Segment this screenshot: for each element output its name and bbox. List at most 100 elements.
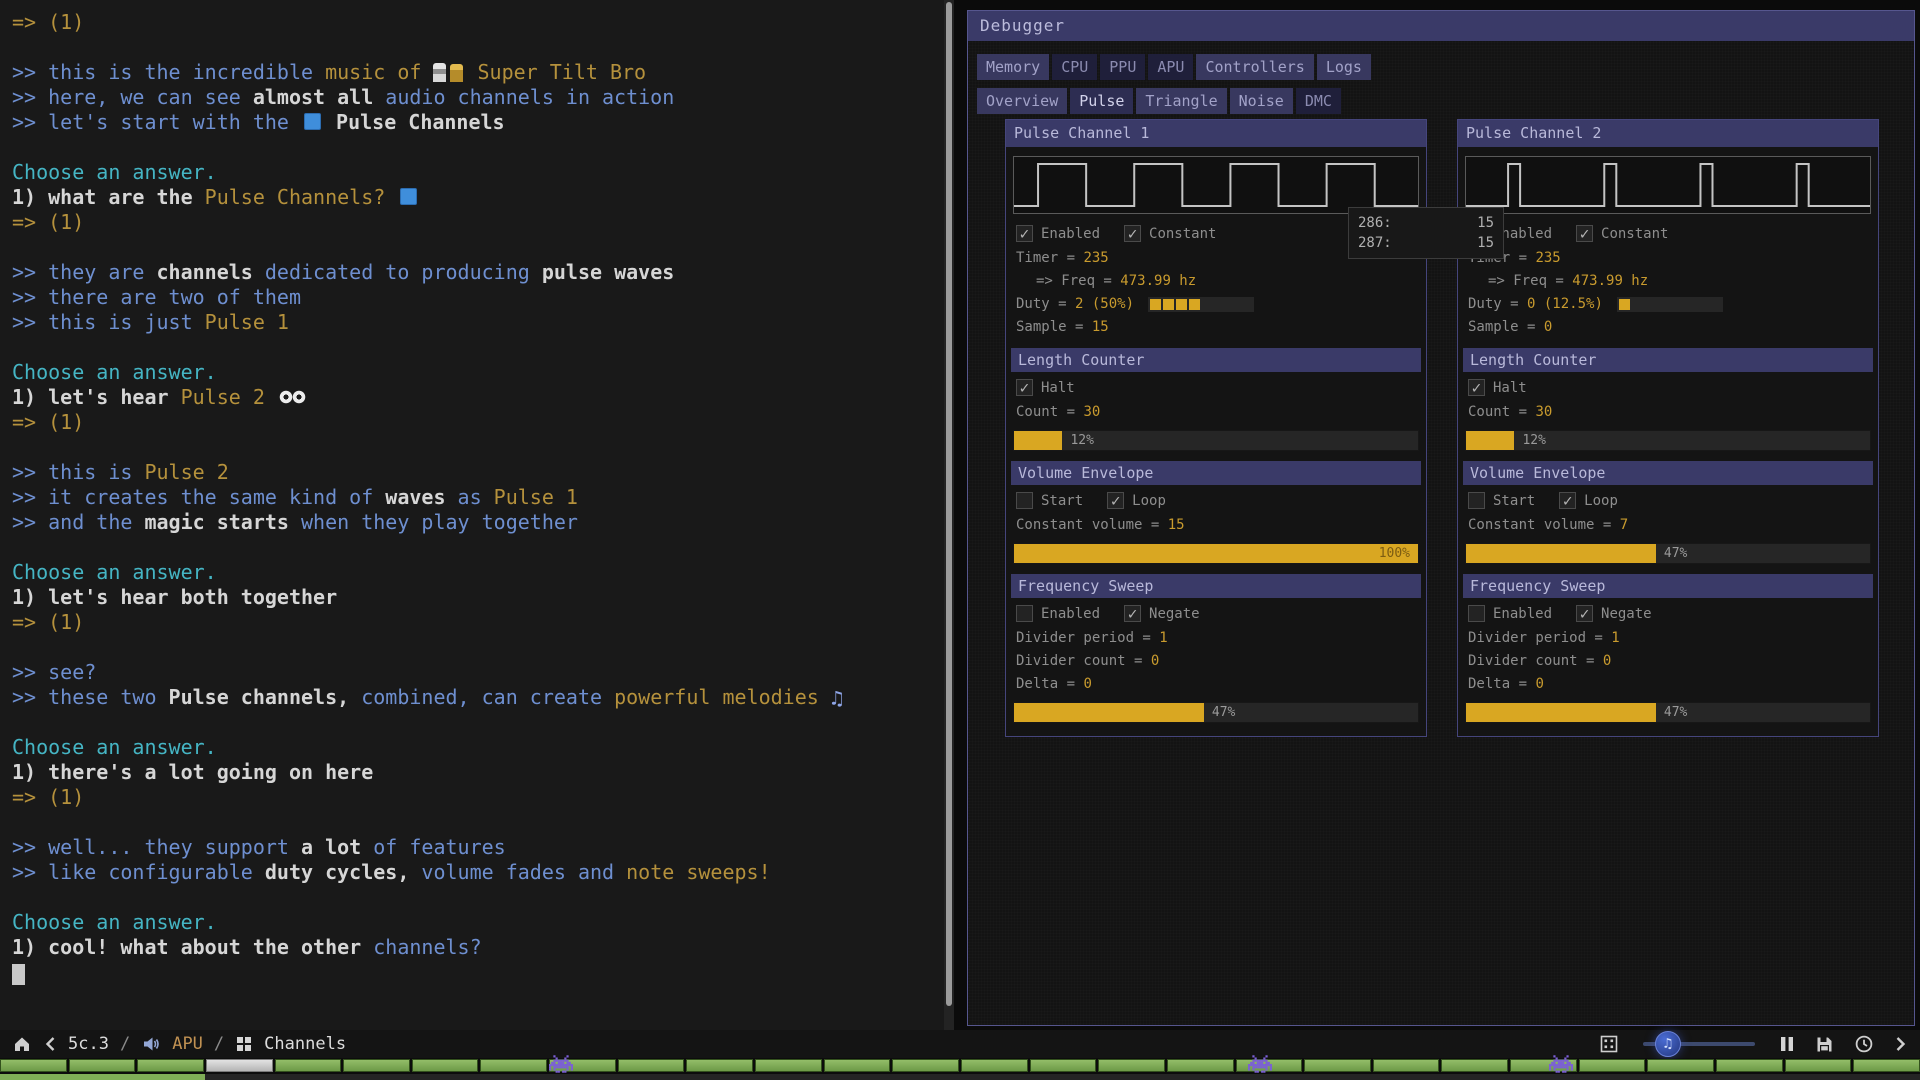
tab-overview[interactable]: Overview: [977, 88, 1067, 114]
chapter-segment[interactable]: [961, 1059, 1028, 1072]
breadcrumb-apu[interactable]: APU: [172, 1034, 203, 1054]
terminal-text: >> well... they support: [12, 835, 301, 859]
chapter-timeline[interactable]: [0, 1059, 1920, 1072]
loop-checkbox[interactable]: ✓: [1107, 492, 1124, 509]
delta-field: Delta = 0: [1458, 672, 1878, 695]
chapter-segment[interactable]: [755, 1059, 822, 1072]
chapter-segment[interactable]: [1785, 1059, 1852, 1072]
terminal-text: dedicated to producing: [265, 260, 542, 284]
halt-checkbox[interactable]: ✓: [1468, 379, 1485, 396]
tab-apu[interactable]: APU: [1148, 54, 1193, 80]
tab-ppu[interactable]: PPU: [1100, 54, 1145, 80]
chapter-segment[interactable]: [1441, 1059, 1508, 1072]
divider-period-value: 1: [1159, 630, 1167, 646]
terminal-line: Choose an answer.: [12, 360, 944, 385]
keypad-icon[interactable]: [1599, 1034, 1619, 1054]
chapter-segment[interactable]: [1030, 1059, 1097, 1072]
volume-slider[interactable]: ♫: [1643, 1034, 1755, 1054]
music-note-knob[interactable]: ♫: [1655, 1031, 1681, 1057]
tab-cpu[interactable]: CPU: [1052, 54, 1097, 80]
tab-logs[interactable]: Logs: [1317, 54, 1371, 80]
freq-field: => Freq = 473.99 hz: [1458, 269, 1878, 292]
bar-fill: [1014, 544, 1418, 563]
chapter-segment[interactable]: [1304, 1059, 1371, 1072]
scrollbar-thumb[interactable]: [946, 2, 952, 1006]
chapter-segment[interactable]: [0, 1059, 67, 1072]
delta-label: Delta =: [1468, 676, 1535, 692]
sweep-enabled-checkbox[interactable]: [1468, 605, 1485, 622]
terminal-text: => (1): [12, 610, 84, 634]
chapter-segment[interactable]: [1098, 1059, 1165, 1072]
tab-dmc[interactable]: DMC: [1296, 88, 1341, 114]
terminal-line: >> they are channels dedicated to produc…: [12, 260, 944, 285]
tab-triangle[interactable]: Triangle: [1136, 88, 1226, 114]
chevron-right-icon[interactable]: [1894, 1034, 1908, 1054]
chapter-segment[interactable]: [412, 1059, 479, 1072]
tab-pulse[interactable]: Pulse: [1070, 88, 1133, 114]
enabled-checkbox[interactable]: ✓: [1016, 225, 1033, 242]
debugger-title-bar[interactable]: Debugger: [968, 11, 1914, 41]
chapter-segment[interactable]: [275, 1059, 342, 1072]
chapter-segment-current[interactable]: [206, 1059, 273, 1072]
divider-period-field: Divider period = 1: [1458, 626, 1878, 649]
chapter-segment[interactable]: [1853, 1059, 1920, 1072]
chevron-left-icon[interactable]: [43, 1034, 57, 1054]
terminal-text: combined, can create: [361, 685, 614, 709]
chapter-segment[interactable]: [1236, 1059, 1303, 1072]
duty-label: Duty =: [1016, 296, 1075, 312]
terminal-line: [12, 885, 944, 910]
sweep-enabled-checkbox[interactable]: [1016, 605, 1033, 622]
terminal-text: >> they are: [12, 260, 157, 284]
terminal-line: [12, 235, 944, 260]
divider-count-label: Divider count =: [1016, 653, 1151, 669]
home-icon[interactable]: [12, 1034, 32, 1054]
terminal-line: => (1): [12, 410, 944, 435]
negate-checkbox[interactable]: ✓: [1124, 605, 1141, 622]
sweep-enabled-label: Enabled: [1493, 606, 1552, 622]
divider-period-label: Divider period =: [1016, 630, 1159, 646]
chapter-segment[interactable]: [892, 1059, 959, 1072]
start-checkbox[interactable]: [1016, 492, 1033, 509]
constant-checkbox[interactable]: ✓: [1124, 225, 1141, 242]
terminal-line: >> it creates the same kind of waves as …: [12, 485, 944, 510]
chapter-segment[interactable]: [343, 1059, 410, 1072]
delta-label: Delta =: [1016, 676, 1083, 692]
pause-button[interactable]: [1779, 1035, 1795, 1053]
tab-controllers[interactable]: Controllers: [1196, 54, 1313, 80]
chapter-segment[interactable]: [1373, 1059, 1440, 1072]
frequency-sweep-bar: 47%: [1465, 702, 1871, 723]
start-checkbox[interactable]: [1468, 492, 1485, 509]
terminal-line: >> and the magic starts when they play t…: [12, 510, 944, 535]
chapter-segment[interactable]: [480, 1059, 547, 1072]
negate-label: Negate: [1601, 606, 1652, 622]
terminal-line: 1) there's a lot going on here: [12, 760, 944, 785]
chapter-segment[interactable]: [824, 1059, 891, 1072]
halt-checkbox[interactable]: ✓: [1016, 379, 1033, 396]
chapter-segment[interactable]: [1579, 1059, 1646, 1072]
terminal-scrollbar[interactable]: [944, 0, 954, 1030]
tab-noise[interactable]: Noise: [1230, 88, 1293, 114]
start-label: Start: [1493, 493, 1535, 509]
chapter-segment[interactable]: [1716, 1059, 1783, 1072]
clock-icon[interactable]: [1854, 1034, 1874, 1054]
terminal-line: >> let's start with the Pulse Channels: [12, 110, 944, 135]
terminal-line: >> this is the incredible music of Super…: [12, 60, 944, 85]
chapter-segment[interactable]: [69, 1059, 136, 1072]
volume-envelope-header: Volume Envelope: [1463, 461, 1873, 485]
chapter-segment[interactable]: [549, 1059, 616, 1072]
tab-memory[interactable]: Memory: [977, 54, 1049, 80]
loop-checkbox[interactable]: ✓: [1559, 492, 1576, 509]
bar-percentage: 12%: [1522, 431, 1545, 450]
breadcrumb-channels[interactable]: Channels: [264, 1034, 346, 1054]
chapter-segment[interactable]: [618, 1059, 685, 1072]
chapter-segment[interactable]: [1510, 1059, 1577, 1072]
save-icon[interactable]: [1815, 1035, 1834, 1054]
waveform-display: [1013, 156, 1419, 214]
chapter-segment[interactable]: [137, 1059, 204, 1072]
terminal-panel: => (1) >> this is the incredible music of…: [0, 0, 944, 1030]
chapter-segment[interactable]: [686, 1059, 753, 1072]
negate-checkbox[interactable]: ✓: [1576, 605, 1593, 622]
chapter-segment[interactable]: [1647, 1059, 1714, 1072]
chapter-segment[interactable]: [1167, 1059, 1234, 1072]
constant-checkbox[interactable]: ✓: [1576, 225, 1593, 242]
